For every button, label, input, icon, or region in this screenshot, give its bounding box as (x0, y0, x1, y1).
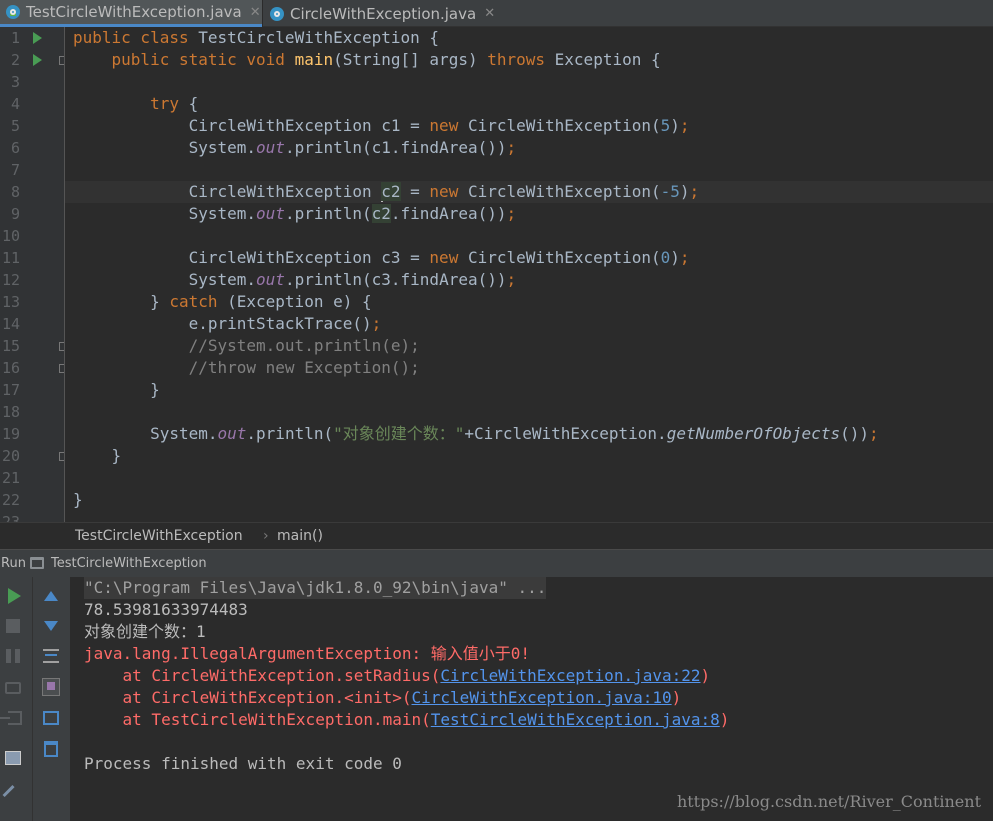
stacktrace-link[interactable]: CircleWithException.java:10 (412, 688, 672, 707)
console-finished-line: Process finished with exit code 0 (84, 754, 402, 773)
line-number: 7 (10, 161, 20, 179)
layout-icon[interactable] (2, 747, 24, 769)
code-line-5: CircleWithException c1 = new CircleWithE… (73, 116, 690, 135)
stop-icon[interactable] (2, 615, 24, 637)
trash-icon[interactable] (40, 738, 62, 760)
line-number: 9 (10, 205, 20, 223)
run-config-icon (30, 557, 44, 569)
line-number: 5 (10, 117, 20, 135)
code-line-19: System.out.println("对象创建个数："+CircleWithE… (73, 424, 879, 443)
run-config-tab[interactable]: TestCircleWithException (51, 556, 207, 571)
code-line-15: //System.out.println(e); (73, 336, 420, 355)
down-arrow-icon[interactable] (40, 615, 62, 637)
line-number: 6 (10, 139, 20, 157)
watermark: https://blog.csdn.net/River_Continent (676, 792, 981, 811)
login-icon[interactable] (0, 707, 26, 729)
camera-icon[interactable] (2, 677, 24, 699)
line-number: 4 (10, 95, 20, 113)
code-line-14: e.printStackTrace(); (73, 314, 382, 333)
close-icon[interactable]: ✕ (484, 6, 495, 21)
pin-icon[interactable] (2, 785, 24, 807)
stacktrace-line: at CircleWithException.<init>(CircleWith… (84, 688, 682, 707)
close-icon[interactable]: ✕ (250, 5, 261, 20)
code-line-1: public class TestCircleWithException { (73, 28, 440, 47)
console-command-line[interactable]: "C:\Program Files\Java\jdk1.8.0_92\bin\j… (84, 577, 547, 599)
tab-label: TestCircleWithException.java (26, 3, 242, 21)
code-line-16: //throw new Exception(); (73, 358, 420, 377)
stacktrace-line: at CircleWithException.setRadius(CircleW… (84, 666, 711, 685)
up-arrow-icon[interactable] (40, 585, 62, 607)
line-number: 21 (1, 469, 20, 487)
run-toolbar-secondary (32, 577, 70, 821)
line-number: 23 (1, 513, 20, 522)
line-number: 13 (1, 293, 20, 311)
line-number: 17 (1, 381, 20, 399)
code-line-20: } (73, 446, 122, 465)
line-number: 10 (1, 227, 20, 245)
code-line-22: } (73, 490, 83, 509)
breadcrumb: TestCircleWithException › main() (0, 522, 993, 549)
line-number: 15 (1, 337, 20, 355)
tab-circle-with-exception[interactable]: CircleWithException.java ✕ (264, 0, 504, 27)
run-gutter-icon[interactable] (33, 32, 42, 44)
code-line-11: CircleWithException c3 = new CircleWithE… (73, 248, 690, 267)
line-number: 12 (1, 271, 20, 289)
scroll-to-end-icon[interactable] (40, 676, 62, 698)
java-class-icon (270, 6, 284, 21)
console-error-line: java.lang.IllegalArgumentException: 输入值小… (84, 644, 531, 663)
code-line-6: System.out.println(c1.findArea()); (73, 138, 517, 157)
pause-icon[interactable] (2, 645, 24, 667)
code-line-13: } catch (Exception e) { (73, 292, 372, 311)
editor-tab-bar: TestCircleWithException.java ✕ CircleWit… (0, 0, 993, 27)
line-number: 3 (10, 73, 20, 91)
breadcrumb-class[interactable]: TestCircleWithException (75, 528, 243, 544)
editor-gutter[interactable]: 1 2 3 4 5 6 7 8 9 10 11 12 13 14 15 16 1… (0, 27, 68, 522)
line-number: 1 (10, 29, 20, 47)
line-number: 11 (1, 249, 20, 267)
code-line-2: public static void main(String[] args) t… (73, 50, 661, 69)
breadcrumb-separator: › (263, 528, 269, 544)
run-gutter-icon[interactable] (33, 54, 42, 66)
code-editor[interactable]: public class TestCircleWithException { p… (65, 27, 993, 522)
console-output-line: 对象创建个数：1 (84, 622, 206, 641)
code-line-4: try { (73, 94, 199, 113)
code-line-12: System.out.println(c3.findArea()); (73, 270, 517, 289)
stacktrace-link[interactable]: CircleWithException.java:22 (440, 666, 700, 685)
stacktrace-line: at TestCircleWithException.main(TestCirc… (84, 710, 730, 729)
run-toolbar-primary (0, 577, 32, 821)
line-number: 14 (1, 315, 20, 333)
tab-test-circle-with-exception[interactable]: TestCircleWithException.java ✕ (0, 0, 262, 27)
breadcrumb-method[interactable]: main() (277, 528, 323, 544)
line-number: 22 (1, 491, 20, 509)
line-number: 19 (1, 425, 20, 443)
stacktrace-link[interactable]: TestCircleWithException.java:8 (431, 710, 720, 729)
soft-wrap-icon[interactable] (40, 645, 62, 667)
java-class-icon (6, 5, 20, 19)
run-panel-header: Run TestCircleWithException (0, 549, 993, 577)
line-number: 8 (10, 183, 20, 201)
tab-label: CircleWithException.java (290, 4, 477, 23)
console-output-line: 78.53981633974483 (84, 600, 248, 619)
line-number: 2 (10, 51, 20, 69)
line-number: 18 (1, 403, 20, 421)
console-output[interactable]: "C:\Program Files\Java\jdk1.8.0_92\bin\j… (70, 577, 993, 821)
run-panel-label: Run (1, 556, 26, 571)
run-icon[interactable] (3, 585, 25, 607)
code-line-8: CircleWithException c2 = new CircleWithE… (73, 182, 700, 202)
code-line-9: System.out.println(c2.findArea()); (73, 204, 517, 223)
line-number: 20 (1, 447, 20, 465)
code-line-17: } (73, 380, 160, 399)
print-icon[interactable] (40, 707, 62, 729)
line-number: 16 (1, 359, 20, 377)
